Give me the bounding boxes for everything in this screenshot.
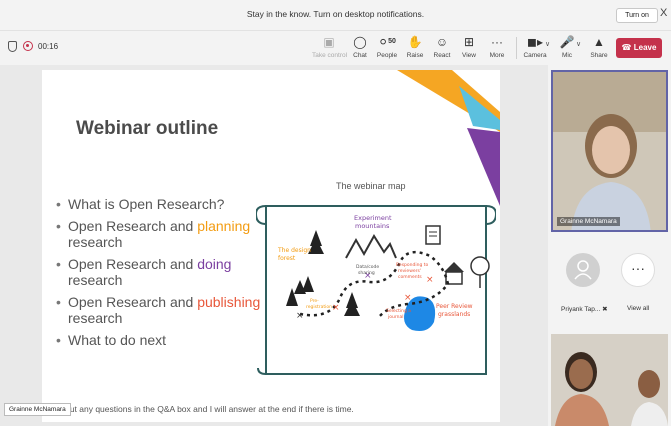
map-title: The webinar map xyxy=(336,181,406,191)
close-notification-button[interactable]: X xyxy=(660,7,667,19)
raise-hand-button[interactable]: ✋ Raise xyxy=(405,34,425,64)
bullet-item: Open Research and planningresearch xyxy=(56,218,266,250)
chevron-down-icon[interactable]: ∨ xyxy=(576,40,581,48)
react-button[interactable]: ☺ React xyxy=(431,34,453,64)
toolbar-divider xyxy=(516,37,517,59)
map-label-peer: grasslands xyxy=(438,311,470,318)
view-button[interactable]: ⊞ View xyxy=(459,34,479,64)
bullet-item: Open Research and publishingresearch xyxy=(56,294,266,326)
map-label-pre: Pre- xyxy=(310,298,319,304)
people-count: 50 xyxy=(388,38,396,45)
map-label-peer: Peer Review xyxy=(436,303,473,310)
participant-video[interactable] xyxy=(551,334,668,426)
presenter-name-tag: Grainne McNamara xyxy=(4,403,71,416)
svg-text:×: × xyxy=(332,303,340,313)
notification-message: Stay in the know. Turn on desktop notifi… xyxy=(246,9,425,19)
map-label-forest: The design xyxy=(277,247,311,254)
map-label-selecting: journal xyxy=(387,314,404,320)
map-label-experiment: Experiment xyxy=(354,214,392,222)
svg-text:×: × xyxy=(426,275,434,285)
mic-icon: 🎤 xyxy=(559,35,575,49)
chat-icon: ◯ xyxy=(353,35,367,49)
person-icon xyxy=(574,260,592,280)
take-control-icon: ▣ xyxy=(323,35,335,49)
slide-decoration xyxy=(397,70,500,206)
camera-button[interactable]: ◼▸ Camera xyxy=(522,34,548,64)
slide-title: Webinar outline xyxy=(76,118,219,139)
notification-bar: Stay in the know. Turn on desktop notifi… xyxy=(0,0,671,31)
hand-icon: ✋ xyxy=(407,35,423,49)
people-button[interactable]: ⚪50 People xyxy=(374,34,400,64)
ellipsis-icon: ··· xyxy=(631,260,645,276)
bullet-item: Open Research and doingresearch xyxy=(56,256,266,288)
share-icon: ▲ xyxy=(593,35,605,49)
presenter-video[interactable]: Grainne McNamara xyxy=(551,70,668,232)
presenter-name: Grainne McNamara xyxy=(557,217,620,226)
smiley-icon: ☺ xyxy=(435,35,449,49)
bullet-item: What is Open Research? xyxy=(56,196,266,212)
map-label-selecting: Selecting a xyxy=(386,308,411,314)
svg-text:×: × xyxy=(296,311,304,321)
svg-text:×: × xyxy=(404,293,412,303)
turn-on-button[interactable]: Turn on xyxy=(616,8,658,23)
map-label-forest: forest xyxy=(278,255,296,262)
chat-button[interactable]: ◯ Chat xyxy=(350,34,370,64)
view-all-button[interactable]: ··· xyxy=(621,253,655,287)
slide-footer: e put any questions in the Q&A box and I… xyxy=(58,404,354,414)
webinar-map: × × × × × Experiment mountains Data/code… xyxy=(256,205,496,375)
participant-video-feed xyxy=(551,334,668,426)
leave-button[interactable]: ☎ Leave xyxy=(616,38,662,58)
recording-icon xyxy=(23,41,33,51)
meeting-timer: 00:16 xyxy=(38,42,59,51)
mic-off-icon: ✖ xyxy=(602,306,608,313)
map-label-responding: comments xyxy=(398,274,422,280)
map-label-pre: registration xyxy=(306,304,332,310)
avatar[interactable] xyxy=(566,253,600,287)
phone-icon: ☎ xyxy=(621,43,632,52)
map-label-data: Data/code xyxy=(356,264,379,270)
take-control-button[interactable]: ▣ Take control xyxy=(312,34,347,64)
chevron-down-icon[interactable]: ∨ xyxy=(545,40,550,48)
grid-icon: ⊞ xyxy=(463,35,475,49)
meeting-toolbar: 00:16 ▣ Take control ◯ Chat ⚪50 People ✋… xyxy=(0,31,671,65)
map-label-responding: reviewers' xyxy=(398,268,421,274)
presenter-video-feed xyxy=(553,72,666,230)
share-button[interactable]: ▲ Share xyxy=(588,34,610,64)
people-icon: ⚪50 xyxy=(378,35,396,49)
shield-icon[interactable] xyxy=(8,41,17,52)
map-label-experiment: mountains xyxy=(355,222,390,230)
mic-button[interactable]: 🎤 Mic xyxy=(557,34,577,64)
presentation-slide: Webinar outline What is Open Research? O… xyxy=(42,70,500,422)
bullet-item: What to do next xyxy=(56,332,266,348)
map-label-responding: Responding to xyxy=(396,262,429,268)
bullet-list: What is Open Research? Open Research and… xyxy=(56,196,266,354)
ellipsis-icon: ··· xyxy=(491,35,503,49)
participant-name: Priyank Tap... ✖ xyxy=(561,306,608,313)
teams-meeting-window: Stay in the know. Turn on desktop notifi… xyxy=(0,0,671,426)
view-all-label: View all xyxy=(627,305,650,312)
map-label-data: sharing xyxy=(358,270,375,276)
more-button[interactable]: ··· More xyxy=(486,34,508,64)
